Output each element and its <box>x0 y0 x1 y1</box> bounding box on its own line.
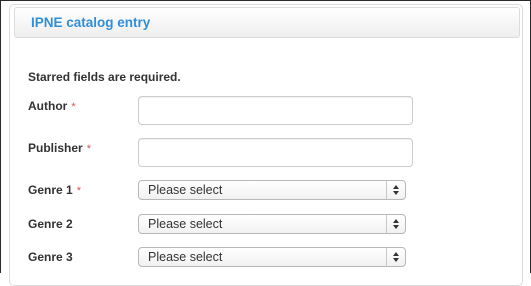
genre-1-label: Genre 1 * <box>28 183 81 197</box>
genre-3-label-text: Genre 3 <box>28 250 73 264</box>
author-input[interactable] <box>138 96 413 125</box>
panel-title: IPNE catalog entry <box>31 15 151 30</box>
required-star: * <box>86 143 91 155</box>
required-fields-note: Starred fields are required. <box>28 70 181 84</box>
genre-2-select[interactable]: Please select <box>138 214 406 234</box>
genre-3-select-value: Please select <box>148 250 223 264</box>
publisher-label: Publisher * <box>28 141 91 155</box>
required-star: * <box>71 101 76 113</box>
genre-2-select-value: Please select <box>148 217 223 231</box>
genre-1-select[interactable]: Please select <box>138 180 406 200</box>
genre-3-label: Genre 3 <box>28 250 73 264</box>
genre-1-select-value: Please select <box>148 183 223 197</box>
genre-1-label-text: Genre 1 <box>28 183 73 197</box>
author-label: Author * <box>28 99 76 113</box>
genre-2-label-text: Genre 2 <box>28 217 73 231</box>
select-arrows-icon <box>386 181 405 199</box>
genre-3-select[interactable]: Please select <box>138 247 406 267</box>
publisher-input[interactable] <box>138 138 413 167</box>
select-arrows-icon <box>386 215 405 233</box>
select-arrows-icon <box>386 248 405 266</box>
genre-2-label: Genre 2 <box>28 217 73 231</box>
publisher-label-text: Publisher <box>28 141 83 155</box>
required-star: * <box>76 185 81 197</box>
author-label-text: Author <box>28 99 68 113</box>
